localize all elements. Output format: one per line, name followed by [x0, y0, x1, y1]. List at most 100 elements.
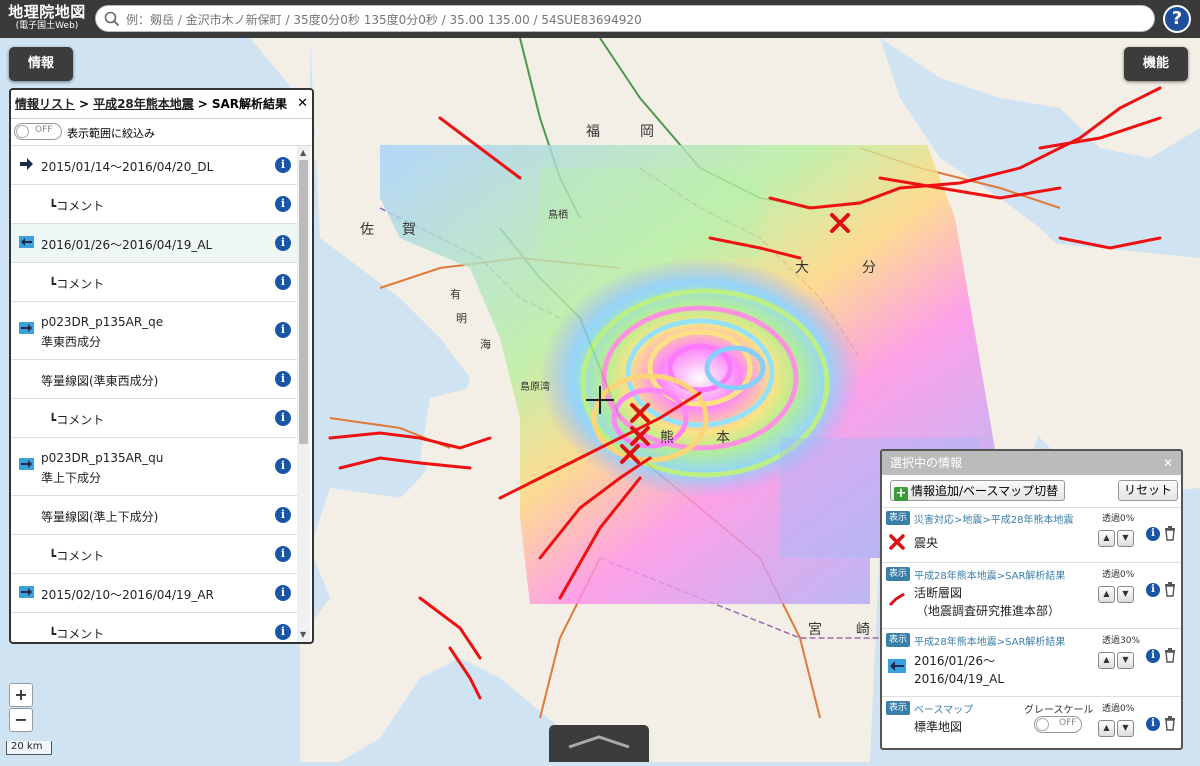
- info-icon[interactable]: i: [275, 274, 291, 290]
- scrollbar-thumb[interactable]: [299, 160, 308, 444]
- info-icon[interactable]: i: [275, 235, 291, 251]
- list-item[interactable]: ┗コメント i: [11, 185, 297, 224]
- fault-line-icon: [888, 592, 905, 607]
- move-down-button[interactable]: ▼: [1117, 586, 1134, 603]
- layer-row: 表示 災害対応>地震>平成28年熊本地震 震央 透過0% ▲ ▼ i: [882, 507, 1181, 563]
- info-icon[interactable]: i: [1146, 717, 1160, 731]
- layer-opacity: 透過0%: [1102, 570, 1135, 580]
- trash-icon[interactable]: [1164, 715, 1176, 731]
- label-shimabara-bay: 島原湾: [520, 380, 550, 393]
- info-list-scrollbar[interactable]: ▲ ▼: [297, 146, 310, 642]
- list-item-label: 等量線図(準東西成分): [41, 374, 159, 388]
- info-icon[interactable]: i: [1146, 583, 1160, 597]
- trash-icon[interactable]: [1164, 525, 1176, 541]
- layer-order-controls: ▲ ▼: [1098, 647, 1136, 669]
- help-button[interactable]: ?: [1163, 5, 1191, 33]
- breadcrumb-kumamoto[interactable]: 平成28年熊本地震: [93, 97, 194, 111]
- filter-toggle[interactable]: OFF: [14, 123, 62, 140]
- move-down-button[interactable]: ▼: [1117, 720, 1134, 737]
- add-info-label: 情報追加/ベースマップ切替: [911, 484, 1059, 498]
- info-icon[interactable]: i: [275, 371, 291, 387]
- label-ake: 明: [456, 312, 467, 325]
- info-icon[interactable]: i: [275, 410, 291, 426]
- label-moto: 本: [716, 430, 730, 446]
- move-up-button[interactable]: ▲: [1098, 530, 1115, 547]
- layer-subtitle: 2016/04/19_AL: [914, 672, 1005, 686]
- scroll-up-icon[interactable]: ▲: [300, 148, 306, 157]
- info-icon[interactable]: i: [275, 458, 291, 474]
- info-icon[interactable]: i: [275, 157, 291, 173]
- layer-title: 2016/01/26〜: [914, 654, 996, 668]
- list-item[interactable]: 等量線図(準東西成分) i: [11, 360, 297, 399]
- list-item[interactable]: 等量線図(準上下成分) i: [11, 496, 297, 535]
- selected-panel-title: 選択中の情報: [890, 456, 963, 470]
- list-item[interactable]: ┗コメント i: [11, 535, 297, 574]
- list-item[interactable]: 2015/02/10〜2016/04/19_AR i: [11, 574, 297, 613]
- list-item[interactable]: ┗コメント i: [11, 263, 297, 302]
- search-box[interactable]: [95, 5, 1155, 32]
- list-item[interactable]: ┗コメント i: [11, 399, 297, 438]
- info-icon[interactable]: i: [1146, 527, 1160, 541]
- move-down-button[interactable]: ▼: [1117, 652, 1134, 669]
- gsi-logo[interactable]: 地理院地図 (電子国土Web): [4, 3, 90, 35]
- left-arrow-icon: [19, 236, 34, 248]
- list-item-label: 2015/02/10〜2016/04/19_AR: [41, 588, 214, 602]
- add-info-button[interactable]: + 情報追加/ベースマップ切替: [890, 480, 1066, 501]
- list-item[interactable]: 2015/01/14〜2016/04/20_DL i: [11, 146, 297, 185]
- trash-icon[interactable]: [1164, 647, 1176, 663]
- layer-path: 平成28年熊本地震>SAR解析結果: [914, 637, 1066, 648]
- layer-visible-badge[interactable]: 表示: [886, 701, 910, 715]
- layer-visible-badge[interactable]: 表示: [886, 633, 910, 647]
- breadcrumb-info-list[interactable]: 情報リスト: [15, 97, 75, 111]
- right-arrow-icon: [19, 458, 34, 470]
- selected-panel-header: 選択中の情報 ✕: [882, 451, 1181, 475]
- info-icon[interactable]: i: [275, 546, 291, 562]
- info-icon[interactable]: i: [275, 322, 291, 338]
- chevron-up-icon: [568, 735, 630, 749]
- move-up-button[interactable]: ▲: [1098, 652, 1115, 669]
- zoom-out-button[interactable]: −: [9, 708, 33, 732]
- selected-panel-close-button[interactable]: ✕: [1163, 451, 1173, 475]
- list-item[interactable]: p023DR_p135AR_qu 準上下成分 i: [11, 438, 297, 496]
- label-sa: 佐: [360, 222, 374, 238]
- list-item-label-line2: 準東西成分: [41, 335, 102, 349]
- bottom-panel-toggle[interactable]: [549, 725, 649, 762]
- breadcrumb-sar: SAR解析結果: [211, 97, 288, 111]
- functions-button[interactable]: 機能: [1124, 47, 1188, 81]
- move-up-button[interactable]: ▲: [1098, 720, 1115, 737]
- layer-title: 標準地図: [914, 720, 963, 734]
- label-miya: 宮: [808, 622, 822, 638]
- list-item[interactable]: p023DR_p135AR_qe 準東西成分 i: [11, 302, 297, 360]
- scale-bar: 20 km: [6, 741, 52, 755]
- reset-button[interactable]: リセット: [1118, 480, 1178, 501]
- list-item[interactable]: ┗コメント i: [11, 613, 297, 642]
- move-up-button[interactable]: ▲: [1098, 586, 1115, 603]
- grayscale-toggle[interactable]: OFF: [1034, 716, 1082, 733]
- layer-path: 平成28年熊本地震>SAR解析結果: [914, 571, 1066, 582]
- info-icon[interactable]: i: [275, 585, 291, 601]
- trash-icon[interactable]: [1164, 581, 1176, 597]
- info-icon[interactable]: i: [1146, 649, 1160, 663]
- info-button[interactable]: 情報: [9, 47, 73, 81]
- zoom-in-button[interactable]: +: [9, 683, 33, 707]
- list-item[interactable]: 2016/01/26〜2016/04/19_AL i: [11, 224, 297, 263]
- info-icon[interactable]: i: [275, 624, 291, 640]
- layer-order-controls: ▲ ▼: [1098, 715, 1136, 737]
- search-input[interactable]: [124, 9, 1138, 31]
- list-item-label-line1: p023DR_p135AR_qe: [41, 315, 164, 329]
- layer-path: 災害対応>地震>平成28年熊本地震: [914, 515, 1074, 526]
- list-item-label: p023DR_p135AR_qu 準上下成分: [41, 448, 163, 488]
- list-item-label: ┗コメント: [49, 199, 105, 213]
- scroll-down-icon[interactable]: ▼: [300, 630, 306, 639]
- plus-icon: +: [894, 486, 908, 501]
- layer-row: 表示 ベースマップ 標準地図 グレースケール OFF 透過0% ▲ ▼ i: [882, 697, 1181, 748]
- info-panel-close-button[interactable]: ✕: [297, 90, 308, 118]
- layer-visible-badge[interactable]: 表示: [886, 511, 910, 525]
- layer-visible-badge[interactable]: 表示: [886, 567, 910, 581]
- grayscale-toggle-state: OFF: [1059, 718, 1077, 728]
- label-kuma: 熊: [660, 430, 674, 446]
- logo-subtitle: (電子国土Web): [15, 21, 79, 31]
- info-icon[interactable]: i: [275, 507, 291, 523]
- move-down-button[interactable]: ▼: [1117, 530, 1134, 547]
- info-icon[interactable]: i: [275, 196, 291, 212]
